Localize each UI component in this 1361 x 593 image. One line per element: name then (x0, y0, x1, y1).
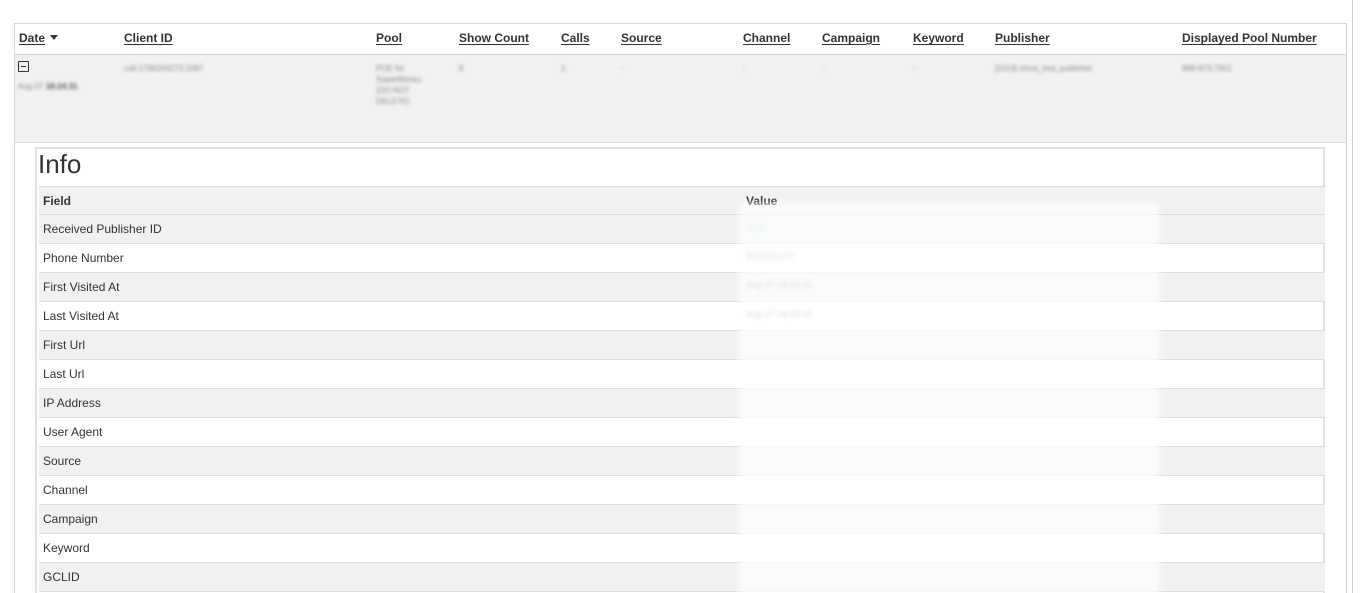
row-pool: POE for SuperMoney (DO NOT DELETE) (376, 64, 422, 106)
column-header-client-id[interactable]: Client ID (124, 31, 173, 45)
row-channel: - (743, 64, 746, 73)
info-field-value: 1019 (746, 222, 767, 232)
info-field-label: Keyword (43, 541, 90, 555)
row-keyword: - (913, 64, 916, 73)
column-header-publisher[interactable]: Publisher (995, 31, 1050, 45)
column-header-keyword[interactable]: Keyword (913, 31, 964, 45)
column-header-show-count[interactable]: Show Count (459, 31, 529, 45)
info-field-label: User Agent (43, 425, 103, 439)
row-date: Aug 07 18:24:31 (18, 82, 78, 91)
info-table-header: Field Value (39, 186, 1325, 215)
info-header-value: Value (746, 194, 778, 208)
info-panel: Info Field Value Received Publisher ID 10… (35, 147, 1325, 593)
info-field-value: Aug 07 18:24:31 (746, 309, 813, 319)
column-header-calls[interactable]: Calls (561, 31, 590, 45)
info-field-label: Last Url (43, 367, 85, 381)
scrollbar-edge (1352, 0, 1353, 593)
info-row: Campaign (39, 505, 1325, 534)
row-client-id: call-1786243273.1097 (124, 64, 204, 73)
minus-square-icon[interactable] (18, 61, 29, 72)
info-field-label: GCLID (43, 570, 80, 584)
row-campaign: - (822, 64, 825, 73)
column-header-channel[interactable]: Channel (743, 31, 790, 45)
info-field-label: First Url (43, 338, 85, 352)
info-row: Last Visited At Aug 07 18:24:31 (39, 302, 1325, 331)
column-header-displayed-pool-number[interactable]: Displayed Pool Number (1182, 31, 1317, 45)
row-calls: 1 (561, 64, 566, 73)
info-field-label: First Visited At (43, 280, 120, 294)
table-row: Aug 07 18:24:31 call-1786243273.1097 POE… (15, 55, 1346, 143)
row-source: - (621, 64, 624, 73)
info-row: Channel (39, 476, 1325, 505)
info-field-label: Phone Number (43, 251, 124, 265)
info-field-value: 8221111172 (746, 251, 794, 261)
info-row: IP Address (39, 389, 1325, 418)
calls-table: Date Client ID Pool Show Count Calls Sou… (14, 23, 1347, 593)
column-header-campaign[interactable]: Campaign (822, 31, 880, 45)
info-field-label: Received Publisher ID (43, 222, 162, 236)
table-header: Date Client ID Pool Show Count Calls Sou… (15, 24, 1346, 55)
column-header-pool[interactable]: Pool (376, 31, 402, 45)
row-show-count: 8 (459, 64, 464, 73)
row-publisher: [1019] show_test_publisher (995, 64, 1093, 73)
info-row: Received Publisher ID 1019 (39, 215, 1325, 244)
column-header-source[interactable]: Source (621, 31, 662, 45)
info-table: Field Value Received Publisher ID 1019 Pho… (39, 186, 1325, 592)
info-row: First Url (39, 331, 1325, 360)
column-header-date[interactable]: Date (19, 31, 59, 45)
info-field-value: Aug 07 18:24:31 (746, 280, 813, 290)
info-field-label: Channel (43, 483, 88, 497)
info-row: Keyword (39, 534, 1325, 563)
info-title: Info (38, 149, 82, 179)
info-field-label: Source (43, 454, 82, 468)
row-displayed-pool-number: 888-873-7501 (1182, 64, 1232, 73)
info-field-label: Last Visited At (43, 309, 119, 323)
info-rows: Received Publisher ID 1019 Phone Number 822… (39, 215, 1325, 592)
info-row: Last Url (39, 360, 1325, 389)
caret-down-icon (50, 35, 59, 40)
info-row: Phone Number 8221111172 (39, 244, 1325, 273)
info-field-label: Campaign (43, 512, 98, 526)
info-header-field: Field (43, 194, 72, 208)
page: Date Client ID Pool Show Count Calls Sou… (0, 0, 1361, 593)
info-field-label: IP Address (43, 396, 101, 410)
info-row: GCLID (39, 563, 1325, 592)
info-row: Source (39, 447, 1325, 476)
info-row: User Agent (39, 418, 1325, 447)
info-row: First Visited At Aug 07 18:24:31 (39, 273, 1325, 302)
